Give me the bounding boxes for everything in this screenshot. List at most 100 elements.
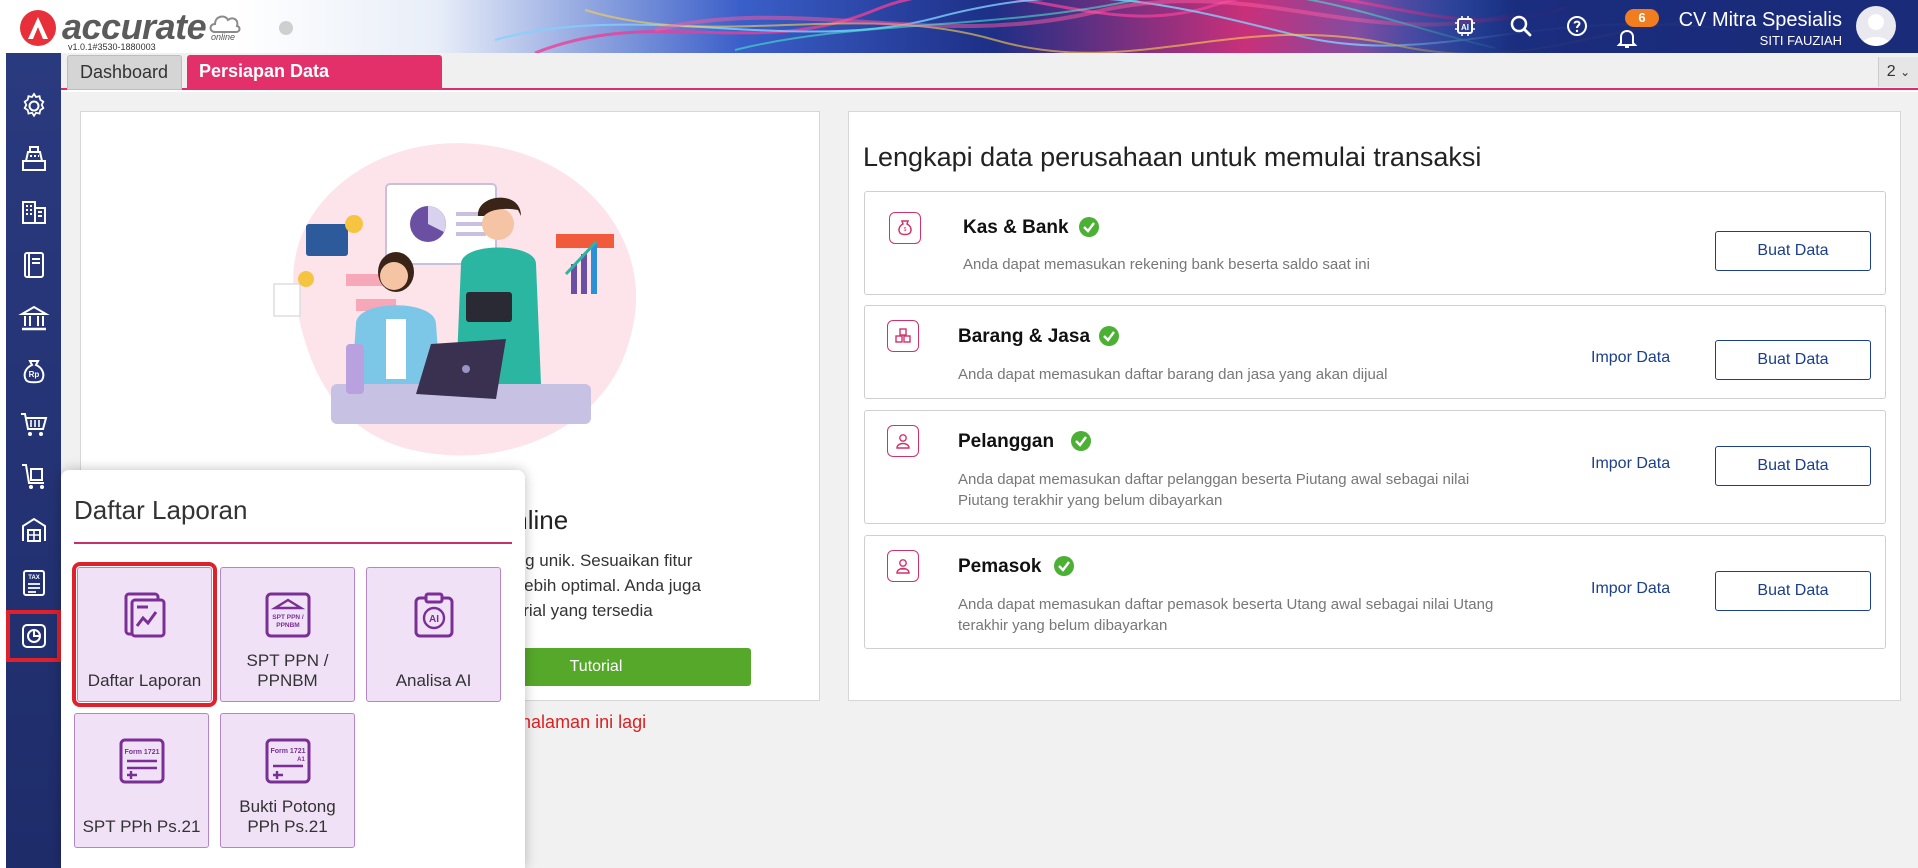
setup-card: Lengkapi data perusahaan untuk memulai t… [848,111,1901,701]
task-pelanggan: Pelanggan Anda dapat memasukan daftar pe… [864,410,1886,524]
cart-icon [20,413,47,436]
sidebar-item-settings[interactable] [6,80,61,132]
report-tile-daftar-laporan[interactable]: Daftar Laporan [72,562,217,707]
search-icon[interactable] [1509,14,1533,38]
tab-persiapan-data[interactable]: Persiapan Data Perusahaan [187,55,442,114]
svg-text:PPNBM: PPNBM [276,622,299,629]
app-window: accurate online v1.0.1#3530-1880003 AI 6… [0,0,1918,868]
svg-text:Form 1721: Form 1721 [124,749,159,756]
sidebar-item-tax[interactable]: TAX [6,557,61,609]
company-name: CV Mitra Spesialis [1678,9,1842,31]
sidebar-item-company[interactable] [6,186,61,238]
boxes-icon [887,320,919,352]
svg-text:Form 1721: Form 1721 [270,748,305,755]
logo-online-text: online [211,32,236,42]
report-tile-spt-ppn[interactable]: SPT PPN / PPNBM SPT PPN / PPNBM [220,567,355,702]
report-tile-spt-pph-21[interactable]: Form 1721 SPT PPh Ps.21 [74,713,209,848]
money-bag-icon: $ [889,212,921,244]
open-tabs-dropdown[interactable]: 2 ⌄ [1878,57,1918,87]
task-description: Anda dapat memasukan daftar barang dan j… [958,366,1388,383]
sidebar-item-reports[interactable] [6,610,61,662]
task-title: Barang & Jasa [958,326,1091,347]
chevron-down-icon: ⌄ [1900,65,1911,79]
sidebar-item-inventory[interactable] [6,504,61,556]
logo-mark-icon [20,10,56,46]
svg-text:AI: AI [1461,23,1469,32]
svg-text:Rp: Rp [28,370,39,379]
tab-bar: Dashboard Persiapan Data Perusahaan 2 ⌄ [61,53,1918,114]
task-description: Anda dapat memasukan daftar pelanggan be… [958,471,1470,509]
avatar[interactable] [1856,6,1896,46]
ai-clipboard-icon: AI [414,592,454,638]
buat-data-button[interactable]: Buat Data [1715,446,1871,486]
buat-data-button[interactable]: Buat Data [1715,340,1871,380]
task-kas-bank: $ Kas & Bank Anda dapat memasukan rekeni… [864,191,1886,295]
cash-register-icon [21,146,46,171]
notification-badge[interactable]: 6 [1625,9,1659,27]
report-tile-bukti-potong[interactable]: Form 1721 A1 Bukti Potong PPh Ps.21 [220,713,355,848]
tab-dashboard[interactable]: Dashboard [67,55,182,90]
check-icon [1054,556,1074,576]
task-title: Kas & Bank [963,217,1069,238]
gear-icon [23,92,44,118]
sidebar: Rp TAX [6,53,61,868]
user-name: SITI FAUZIAH [1759,33,1842,48]
tax-document-icon: TAX [22,570,45,596]
money-bag-icon: Rp [23,360,44,384]
sidebar-item-money[interactable]: Rp [6,345,61,397]
impor-data-button[interactable]: Impor Data [1591,580,1670,598]
sidebar-item-ledger[interactable] [6,239,61,291]
form-1721-icon: Form 1721 [119,738,165,784]
status-dot [279,21,293,35]
sidebar-item-bank[interactable] [6,292,61,344]
svg-text:AI: AI [429,614,439,625]
check-icon [1079,217,1099,237]
report-tile-label: Analisa AI [395,671,472,690]
task-title: Pemasok [958,556,1042,577]
report-document-icon [124,592,166,638]
buat-data-button[interactable]: Buat Data [1715,231,1871,271]
help-icon[interactable] [1565,14,1589,38]
bell-icon[interactable] [1615,26,1639,50]
customer-icon [887,425,919,457]
sidebar-item-purchase[interactable] [6,451,61,503]
svg-text:$: $ [904,227,907,233]
building-icon [21,201,46,224]
svg-text:TAX: TAX [28,575,40,581]
company-info[interactable]: CV Mitra Spesialis SITI FAUZIAH [1679,9,1842,48]
form-1721-a1-icon: Form 1721 A1 [265,738,311,784]
report-tile-label: SPT PPh Ps.21 [82,817,201,836]
check-icon [1071,431,1091,451]
open-tabs-count: 2 [1886,63,1896,80]
buat-data-button[interactable]: Buat Data [1715,571,1871,611]
top-header: accurate online v1.0.1#3530-1880003 AI 6… [0,0,1918,53]
report-tile-label: SPT PPN / PPNBM [246,651,329,690]
task-description: Anda dapat memasukan rekening bank beser… [963,256,1370,273]
bank-icon [17,305,50,331]
popup-divider [74,542,512,544]
task-title: Pelanggan [958,431,1055,452]
report-list-popup: Daftar Laporan Daftar Laporan SPT PPN / P… [61,470,525,868]
sidebar-item-sales[interactable] [6,398,61,450]
dont-show-again: n halaman ini lagi [506,712,646,733]
ai-chip-icon[interactable]: AI [1453,14,1477,38]
accurate-logo[interactable]: accurate online v1.0.1#3530-1880003 [6,4,241,52]
ledger-book-icon [23,252,44,278]
warehouse-icon [21,517,46,542]
report-tile-label: Bukti Potong PPh Ps.21 [239,797,336,836]
impor-data-button[interactable]: Impor Data [1591,455,1670,473]
supplier-icon [887,550,919,582]
svg-text:SPT PPN /: SPT PPN / [272,614,304,621]
svg-text:A1: A1 [297,757,305,763]
impor-data-button[interactable]: Impor Data [1591,349,1670,367]
setup-title: Lengkapi data perusahaan untuk memulai t… [863,142,1482,172]
sidebar-item-cash-register[interactable] [6,133,61,185]
app-version: v1.0.1#3530-1880003 [68,42,156,52]
task-description: Anda dapat memasukan daftar pemasok bese… [958,596,1494,634]
delivery-cart-icon [21,464,44,489]
task-barang-jasa: Barang & Jasa Anda dapat memasukan dafta… [864,305,1886,399]
report-tile-analisa-ai[interactable]: AI Analisa AI [366,567,501,702]
spt-ppn-icon: SPT PPN /PPNBM [265,592,311,638]
task-pemasok: Pemasok Anda dapat memasukan daftar pema… [864,535,1886,649]
dont-show-link[interactable]: halaman ini lagi [521,712,646,732]
